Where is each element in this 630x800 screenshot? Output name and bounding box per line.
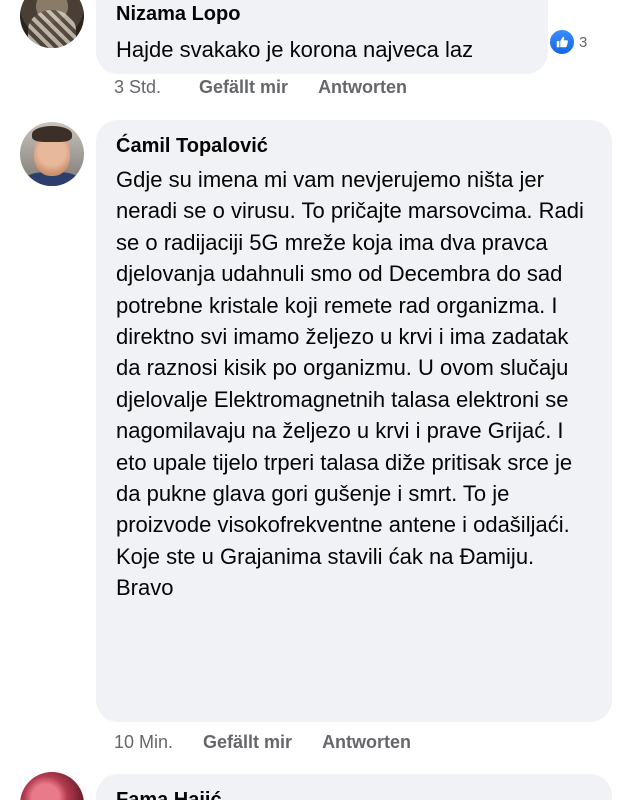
comment-author[interactable]: Nizama Lopo [116,2,528,26]
comment-author[interactable]: Ćamil Topalović [116,134,592,158]
comment-author[interactable]: Fama Hajić [116,788,592,800]
comment-actions: 10 Min. Gefällt mir Antworten [114,731,411,753]
comment-text: Hajde svakako je korona najveca laz [116,37,474,62]
comment-timestamp[interactable]: 10 Min. [114,731,173,753]
like-button[interactable]: Gefällt mir [199,76,288,98]
reply-button[interactable]: Antworten [322,731,411,753]
comment-bubble: Nizama Lopo Hajde svakako je korona najv… [96,0,548,74]
comment-actions: 3 Std. Gefällt mir Antworten [114,76,407,98]
comment-bubble: Ćamil Topalović Gdje su imena mi vam nev… [96,120,612,722]
reaction-summary[interactable]: 3 [548,28,587,56]
reaction-count: 3 [579,33,588,51]
avatar[interactable] [20,122,84,186]
comment-timestamp[interactable]: 3 Std. [114,76,161,98]
comment-thread: Nizama Lopo Hajde svakako je korona najv… [0,0,630,800]
like-button[interactable]: Gefällt mir [203,731,292,753]
reply-button[interactable]: Antworten [318,76,407,98]
like-thumbs-up-icon [548,28,576,56]
avatar[interactable] [20,772,84,800]
avatar[interactable] [20,0,84,48]
comment-bubble: Fama Hajić [96,774,612,800]
comment-text: Gdje su imena mi vam nevjerujemo ništa j… [116,167,584,601]
